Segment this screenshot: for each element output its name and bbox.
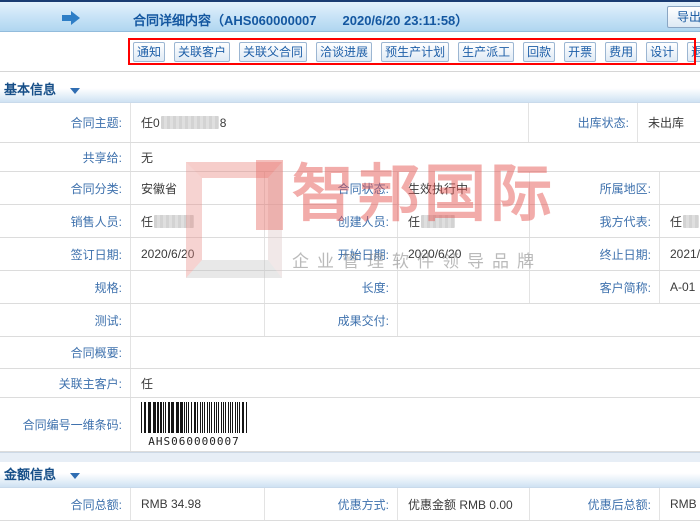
arrow-right-icon: [62, 11, 80, 25]
row-shared-with: 共享给: 无: [0, 143, 700, 172]
row-contract-total: 合同总额: RMB 34.98 优惠方式: 优惠金额 RMB 0.00 优惠后总…: [0, 488, 700, 521]
tab-design[interactable]: 设计: [646, 42, 678, 62]
specification-value: [131, 271, 265, 303]
export-word-button[interactable]: 导出w: [667, 6, 700, 28]
start-date-label: 开始日期:: [265, 238, 398, 270]
tab-production-dispatch[interactable]: 生产派工: [458, 42, 514, 62]
shared-with-label: 共享给:: [0, 143, 131, 171]
row-sales-person: 销售人员: 任 创建人员: 任 我方代表: 任: [0, 205, 700, 238]
divider: [0, 71, 700, 72]
shared-with-value: 无: [131, 143, 700, 171]
row-test: 测试: 成果交付:: [0, 304, 700, 337]
redaction-blur: [683, 215, 699, 228]
start-date-value: 2020/6/20: [398, 238, 530, 270]
page-title: 合同详细内容（AHS060000007 2020/6/20 23:11:58）: [133, 10, 468, 29]
tab-negotiation-progress[interactable]: 洽谈进展: [316, 42, 372, 62]
contract-subject-label: 合同主题:: [0, 103, 131, 142]
customer-short-name-value: A-01: [660, 271, 700, 303]
customer-short-name-label: 客户简称:: [530, 271, 660, 303]
test-value: [131, 304, 265, 336]
row-contract-category: 合同分类: 安徽省 合同状态: 生效执行中 所属地区:: [0, 172, 700, 205]
row-contract-summary: 合同概要:: [0, 337, 700, 369]
contract-total-value: RMB 34.98: [131, 488, 265, 520]
section-amount-info-title: 金额信息: [4, 467, 56, 482]
length-value: [398, 271, 530, 303]
contract-total-label: 合同总额:: [0, 488, 131, 520]
section-gap: [0, 452, 700, 462]
main-customer-value: 任: [131, 369, 700, 397]
contract-category-label: 合同分类:: [0, 172, 131, 204]
barcode-image: [141, 402, 247, 433]
sales-person-label: 销售人员:: [0, 205, 131, 237]
tab-invoicing[interactable]: 开票: [564, 42, 596, 62]
sales-person-value: 任: [131, 205, 265, 237]
collapse-icon[interactable]: [70, 473, 80, 479]
outbound-status-value: 未出库: [638, 103, 700, 142]
section-basic-info[interactable]: 基本信息: [0, 77, 700, 103]
tab-bar: 通知 关联客户 关联父合同 洽谈进展 预生产计划 生产派工 回款 开票 费用 设…: [133, 42, 700, 62]
contract-summary-value: [131, 337, 700, 368]
tab-payment-collection[interactable]: 回款: [523, 42, 555, 62]
length-label: 长度:: [265, 271, 398, 303]
end-date-value: 2021/: [660, 238, 700, 270]
discounted-total-label: 优惠后总额:: [530, 488, 660, 520]
test-label: 测试:: [0, 304, 131, 336]
contract-barcode-cell: AHS060000007: [131, 398, 700, 451]
deliverable-value: [398, 304, 700, 336]
discount-method-value: 优惠金额 RMB 0.00: [398, 488, 530, 520]
our-representative-value: 任: [660, 205, 700, 237]
contract-detail-content: 基本信息 合同主题: 任08 出库状态: 未出库 共享给: 无 合同分类: 安徽…: [0, 77, 700, 521]
collapse-icon[interactable]: [70, 88, 80, 94]
sign-date-label: 签订日期:: [0, 238, 131, 270]
redaction-blur: [421, 215, 455, 228]
contract-barcode-label: 合同编号一维条码:: [0, 398, 131, 451]
row-contract-subject: 合同主题: 任08 出库状态: 未出库: [0, 103, 700, 143]
contract-summary-label: 合同概要:: [0, 337, 131, 368]
creator-label: 创建人员:: [265, 205, 398, 237]
section-basic-info-title: 基本信息: [4, 82, 56, 97]
redaction-blur: [161, 116, 219, 129]
contract-status-label: 合同状态:: [265, 172, 398, 204]
creator-value: 任: [398, 205, 530, 237]
main-customer-label: 关联主客户:: [0, 369, 131, 397]
row-sign-date: 签订日期: 2020/6/20 开始日期: 2020/6/20 终止日期: 20…: [0, 238, 700, 271]
outbound-status-label: 出库状态:: [529, 103, 638, 142]
page-header: 合同详细内容（AHS060000007 2020/6/20 23:11:58） …: [0, 0, 700, 32]
specification-label: 规格:: [0, 271, 131, 303]
row-specification: 规格: 长度: 客户简称: A-01: [0, 271, 700, 304]
our-representative-label: 我方代表:: [530, 205, 660, 237]
tab-related-customer[interactable]: 关联客户: [174, 42, 230, 62]
row-main-customer: 关联主客户: 任: [0, 369, 700, 398]
tab-expense[interactable]: 费用: [605, 42, 637, 62]
section-amount-info[interactable]: 金额信息: [0, 462, 700, 488]
discount-method-label: 优惠方式:: [265, 488, 398, 520]
contract-category-value: 安徽省: [131, 172, 265, 204]
region-label: 所属地区:: [530, 172, 660, 204]
row-contract-barcode: 合同编号一维条码: AHS060000007: [0, 398, 700, 452]
contract-subject-value: 任08: [131, 103, 529, 142]
region-value: [660, 172, 700, 204]
sign-date-value: 2020/6/20: [131, 238, 265, 270]
redaction-blur: [154, 215, 194, 228]
end-date-label: 终止日期:: [530, 238, 660, 270]
discounted-total-value: RMB 3: [660, 488, 700, 520]
tab-returns[interactable]: 退货: [687, 42, 700, 62]
contract-status-value: 生效执行中: [398, 172, 530, 204]
barcode-text: AHS060000007: [141, 435, 247, 448]
deliverable-label: 成果交付:: [265, 304, 398, 336]
tab-notice[interactable]: 通知: [133, 42, 165, 62]
tab-related-parent-contract[interactable]: 关联父合同: [239, 42, 307, 62]
tab-pre-production-plan[interactable]: 预生产计划: [381, 42, 449, 62]
